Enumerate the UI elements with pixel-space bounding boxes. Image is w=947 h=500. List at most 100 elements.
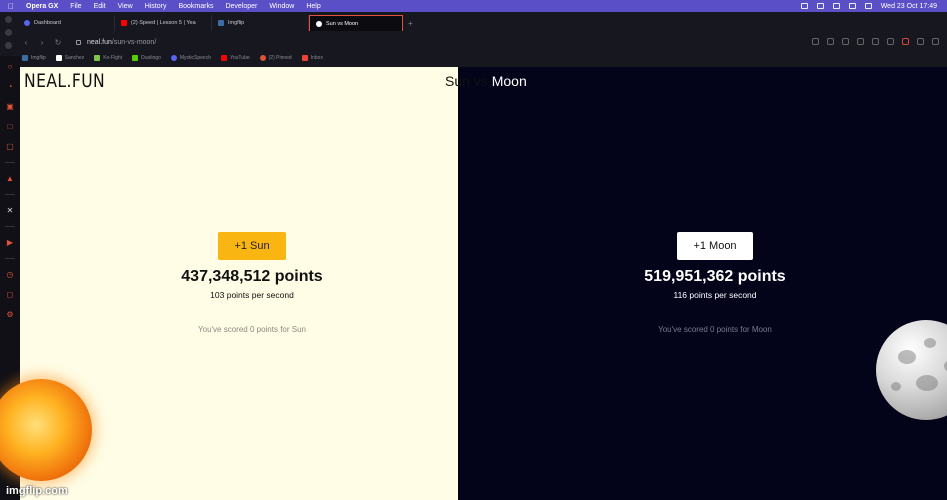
menu-bookmarks[interactable]: Bookmarks xyxy=(178,3,213,10)
plus-one-sun-button[interactable]: +1 Sun xyxy=(218,232,286,260)
tab-sun-vs-moon[interactable]: Sun vs Moon xyxy=(309,15,403,31)
sun-panel: NEAL.FUN +1 Sun 437,348,512 points 103 p… xyxy=(0,67,458,500)
new-tab-button[interactable]: + xyxy=(403,15,419,31)
zoom-window-button[interactable] xyxy=(5,42,12,49)
bookmark-mysticspeech[interactable]: MysticSpeech xyxy=(170,55,211,61)
bookmark-label: Sanchez xyxy=(64,55,85,61)
gx-corner-icon[interactable]: ○ xyxy=(6,62,15,71)
close-window-button[interactable] xyxy=(5,16,12,23)
profile-icon[interactable] xyxy=(917,38,924,45)
tab-dashboard[interactable]: Dashboard xyxy=(18,15,115,31)
bookmark-label: MysticSpeech xyxy=(179,55,211,61)
tab-label: Dashboard xyxy=(34,20,61,26)
discord-icon xyxy=(24,20,30,26)
moon-crater xyxy=(891,382,901,391)
s-icon xyxy=(55,55,62,61)
back-icon[interactable]: ‹ xyxy=(18,38,34,47)
gx-control-icon[interactable] xyxy=(902,38,909,45)
bookmark-label: Inbox xyxy=(310,55,323,61)
moon-user-score: You've scored 0 points for Moon xyxy=(658,325,772,334)
neal-fun-icon xyxy=(316,20,322,27)
moon-crater xyxy=(924,338,936,348)
instagram-icon[interactable]: ▢ xyxy=(6,142,15,151)
menu-app-name[interactable]: Opera GX xyxy=(26,3,58,10)
forward-icon[interactable]: › xyxy=(34,38,50,47)
tab-speed-lesson[interactable]: (2) Speed | Lesson 5 | Yea xyxy=(115,15,212,31)
sidebar-divider xyxy=(5,194,15,195)
bookmark-imgflip[interactable]: Imgflip xyxy=(22,55,46,61)
bookmark-youtube[interactable]: YouTube xyxy=(220,55,250,61)
store-icon[interactable]: ▣ xyxy=(6,102,15,111)
bookmark-label: Ko-Fight xyxy=(103,55,123,61)
bookmark-label: YouTube xyxy=(229,55,250,61)
x-twitter-icon[interactable]: ✕ xyxy=(6,206,15,215)
menu-file[interactable]: File xyxy=(70,3,81,10)
bookmark-sanchez[interactable]: Sanchez xyxy=(55,55,85,61)
toolbar-icons xyxy=(812,38,939,45)
bookmark-label: (2) Pinned xyxy=(268,55,292,61)
moon-points-total: 519,951,362 points xyxy=(644,268,786,285)
control-center-icon[interactable] xyxy=(864,3,872,9)
ko-fight-icon xyxy=(94,55,101,61)
bookmark-label: Duolingo xyxy=(141,55,161,61)
menu-view[interactable]: View xyxy=(118,3,133,10)
browser-chrome: Dashboard (2) Speed | Lesson 5 | Yea Img… xyxy=(0,12,947,67)
screenshot-icon[interactable] xyxy=(812,38,819,45)
bluetooth-icon[interactable] xyxy=(800,3,808,9)
bookmark-label: Imgflip xyxy=(31,55,46,61)
reload-icon[interactable]: ↻ xyxy=(50,38,66,47)
plus-one-moon-button[interactable]: +1 Moon xyxy=(677,232,753,260)
url-field[interactable]: neal.fun/sun-vs-moon/ xyxy=(76,39,156,46)
tab-label: (2) Speed | Lesson 5 | Yea xyxy=(131,20,196,26)
neal-fun-logo[interactable]: NEAL.FUN xyxy=(24,70,105,92)
sun-user-score: You've scored 0 points for Sun xyxy=(198,325,306,334)
gmail-icon xyxy=(301,55,308,61)
bookmark-inbox[interactable]: Inbox xyxy=(301,55,323,61)
sidebar-divider xyxy=(5,162,15,163)
minimize-window-button[interactable] xyxy=(5,29,12,36)
bookmark-heart-icon[interactable] xyxy=(887,38,894,45)
twitch-icon[interactable]: □ xyxy=(6,122,15,131)
menu-icon[interactable] xyxy=(932,38,939,45)
title-sun-word: Sun xyxy=(445,73,470,89)
settings-gear-icon[interactable]: ⚙ xyxy=(6,310,15,319)
bookmark-duolingo[interactable]: Duolingo xyxy=(132,55,161,61)
tab-strip: Dashboard (2) Speed | Lesson 5 | Yea Img… xyxy=(18,15,419,32)
apple-icon[interactable]:  xyxy=(8,2,18,11)
battery-icon[interactable] xyxy=(816,3,824,9)
extensions-icon[interactable] xyxy=(827,38,834,45)
moon-panel: +1 Moon 519,951,362 points 116 points pe… xyxy=(458,67,947,500)
moon-crater xyxy=(916,375,938,391)
shield-icon[interactable] xyxy=(872,38,879,45)
imgflip-icon xyxy=(22,55,28,61)
fire-icon[interactable]: ▲ xyxy=(6,174,15,183)
history-icon[interactable]: ◷ xyxy=(6,270,15,279)
youtube-icon xyxy=(121,20,127,26)
bookmark-ko-fight[interactable]: Ko-Fight xyxy=(94,55,122,61)
download-icon[interactable] xyxy=(857,38,864,45)
menu-history[interactable]: History xyxy=(145,3,167,10)
menu-edit[interactable]: Edit xyxy=(94,3,106,10)
address-bar: ‹ › ↻ neal.fun/sun-vs-moon/ xyxy=(18,34,947,50)
menu-developer[interactable]: Developer xyxy=(225,3,257,10)
menu-window[interactable]: Window xyxy=(269,3,294,10)
moon-crater xyxy=(898,350,916,364)
sun-points-rate: 103 points per second xyxy=(210,290,294,300)
wifi-icon[interactable] xyxy=(832,3,840,9)
cube-icon[interactable]: ◻ xyxy=(6,290,15,299)
vpn-icon[interactable] xyxy=(842,38,849,45)
sun-image xyxy=(0,379,92,481)
menu-help[interactable]: Help xyxy=(306,3,320,10)
speed-dial-icon[interactable]: ◔ xyxy=(6,82,15,91)
tab-label: Imgflip xyxy=(228,20,245,26)
youtube-icon xyxy=(220,55,227,61)
imgflip-watermark: imgflip.com xyxy=(6,485,68,497)
search-icon[interactable] xyxy=(848,3,856,9)
page-title: Sun vs Moon xyxy=(445,73,527,89)
player-icon[interactable]: ▶ xyxy=(6,238,15,247)
sidebar-divider xyxy=(5,258,15,259)
bookmark-pinned[interactable]: (2) Pinned xyxy=(259,55,292,61)
heart-icon xyxy=(259,55,266,61)
tab-imgflip[interactable]: Imgflip xyxy=(212,15,309,31)
menubar-datetime[interactable]: Wed 23 Oct 17:49 xyxy=(881,3,937,10)
